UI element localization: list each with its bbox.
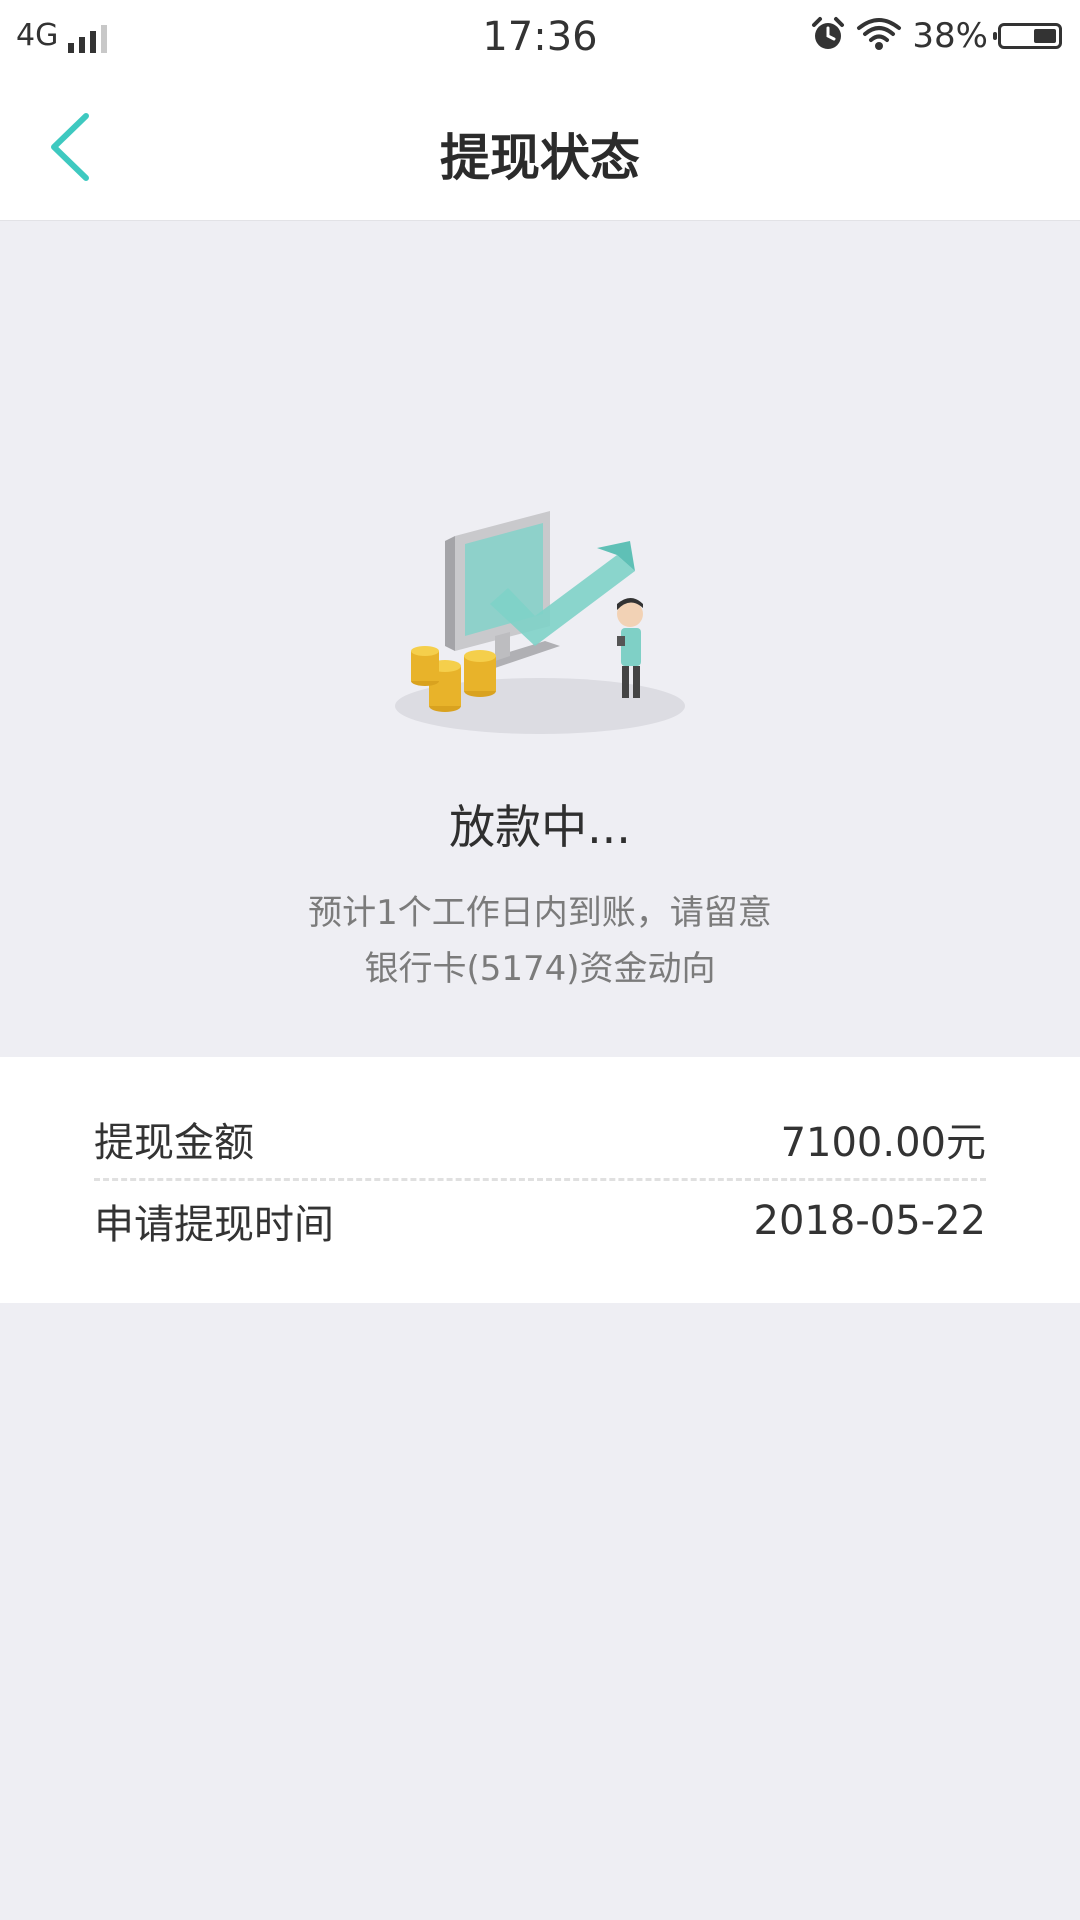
withdraw-detail-card: 提现金额 7100.00元 申请提现时间 2018-05-22 [0,1057,1080,1303]
withdraw-status-section: 放款中... 预计1个工作日内到账，请留意 银行卡(5174)资金动向 [0,221,1080,1056]
battery-percent: 38% [912,16,988,56]
amount-value: 7100.00元 [780,1120,986,1166]
navigation-bar: 提现状态 [0,74,1080,221]
apply-time-value: 2018-05-22 [753,1198,986,1244]
wifi-icon [856,16,902,56]
status-icons: 38% [810,14,1062,58]
status-description-line1: 预计1个工作日内到账，请留意 [308,893,772,933]
battery-icon [993,23,1062,49]
page-title: 提现状态 [440,129,640,187]
withdraw-processing-illustration [395,511,685,734]
detail-row-amount: 提现金额 7100.00元 [94,1099,986,1179]
amount-label: 提现金额 [94,1120,254,1166]
apply-time-label: 申请提现时间 [94,1202,334,1248]
detail-row-apply-time: 申请提现时间 2018-05-22 [94,1181,986,1261]
status-bar: 4G 17:36 38% [0,0,1080,74]
status-description-line2: 银行卡(5174)资金动向 [364,949,716,989]
alarm-icon [810,16,846,56]
status-title: 放款中... [449,800,631,854]
